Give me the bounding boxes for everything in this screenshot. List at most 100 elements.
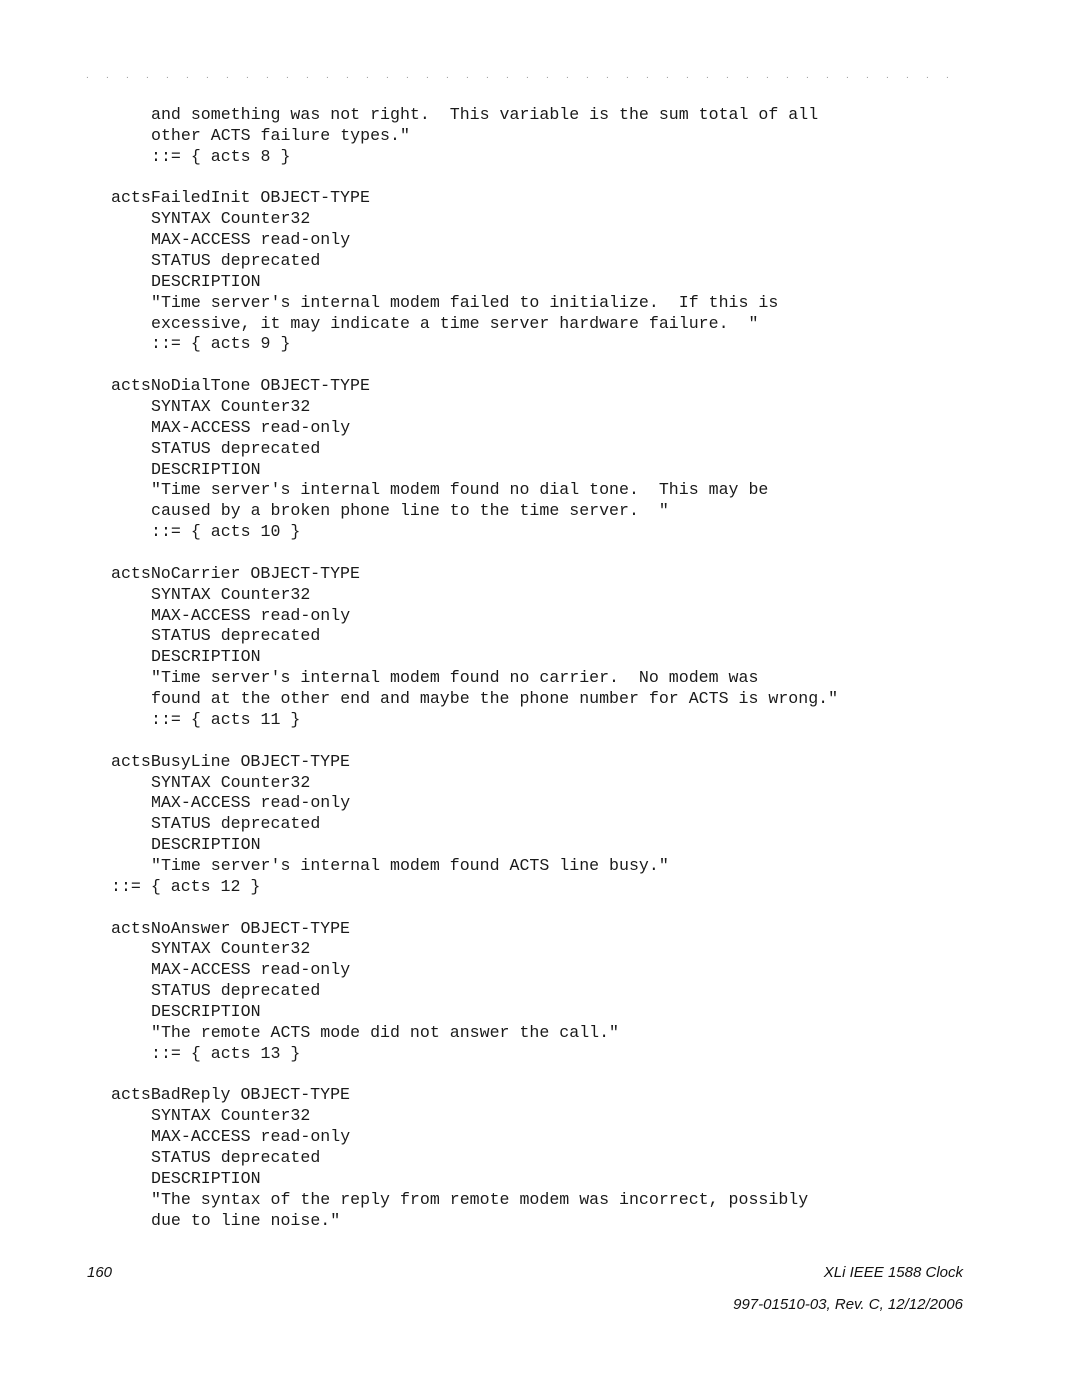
code-line: DESCRIPTION xyxy=(151,1168,261,1188)
code-line: SYNTAX Counter32 xyxy=(151,584,311,604)
code-line: MAX-ACCESS read-only xyxy=(151,793,351,813)
rule-dot: . xyxy=(526,70,529,81)
code-line: STATUS deprecated xyxy=(151,251,321,271)
rule-dot: . xyxy=(546,70,549,81)
rule-dot: . xyxy=(246,70,249,81)
code-line: ::= { acts 11 } xyxy=(151,709,301,729)
rule-dot: . xyxy=(366,70,369,81)
code-line: SYNTAX Counter32 xyxy=(151,209,311,229)
code-line: actsNoAnswer OBJECT-TYPE xyxy=(111,918,350,938)
rule-dot: . xyxy=(206,70,209,81)
code-line: other ACTS failure types." xyxy=(151,125,410,145)
rule-dot: . xyxy=(166,70,169,81)
rule-dot: . xyxy=(586,70,589,81)
rule-dot: . xyxy=(706,70,709,81)
code-line: "Time server's internal modem failed to … xyxy=(151,292,779,312)
code-line: ::= { acts 10 } xyxy=(151,522,301,542)
code-line: MAX-ACCESS read-only xyxy=(151,960,351,980)
document-title: XLi IEEE 1588 Clock xyxy=(823,1264,963,1281)
rule-dot: . xyxy=(746,70,749,81)
code-line: actsBusyLine OBJECT-TYPE xyxy=(111,751,350,771)
code-line: excessive, it may indicate a time server… xyxy=(151,313,759,333)
code-line: actsNoCarrier OBJECT-TYPE xyxy=(111,563,360,583)
rule-dot: . xyxy=(226,70,229,81)
rule-dot: . xyxy=(686,70,689,81)
code-line: ::= { acts 13 } xyxy=(151,1043,301,1063)
code-line: DESCRIPTION xyxy=(151,459,261,479)
code-line: ::= { acts 9 } xyxy=(151,334,291,354)
page-number: 160 xyxy=(87,1264,113,1281)
rule-dot: . xyxy=(826,70,829,81)
code-line: found at the other end and maybe the pho… xyxy=(151,689,839,709)
code-line: ::= { acts 8 } xyxy=(151,146,291,166)
rule-dot: . xyxy=(506,70,509,81)
code-line: actsNoDialTone OBJECT-TYPE xyxy=(111,376,370,396)
rule-dot: . xyxy=(626,70,629,81)
code-line: "The syntax of the reply from remote mod… xyxy=(151,1189,809,1209)
header-dotted-rule: ........................................… xyxy=(86,70,966,82)
code-line: "The remote ACTS mode did not answer the… xyxy=(151,1022,620,1042)
document-revision: 997-01510-03, Rev. C, 12/12/2006 xyxy=(733,1296,963,1313)
rule-dot: . xyxy=(886,70,889,81)
rule-dot: . xyxy=(346,70,349,81)
code-line: DESCRIPTION xyxy=(151,647,261,667)
rule-dot: . xyxy=(306,70,309,81)
code-line: "Time server's internal modem found no c… xyxy=(151,668,759,688)
code-line: SYNTAX Counter32 xyxy=(151,1106,311,1126)
rule-dot: . xyxy=(906,70,909,81)
rule-dot: . xyxy=(86,70,89,81)
rule-dot: . xyxy=(446,70,449,81)
code-line: MAX-ACCESS read-only xyxy=(151,1127,351,1147)
rule-dot: . xyxy=(786,70,789,81)
rule-dot: . xyxy=(126,70,129,81)
code-line: due to line noise." xyxy=(151,1210,341,1230)
rule-dot: . xyxy=(646,70,649,81)
rule-dot: . xyxy=(766,70,769,81)
rule-dot: . xyxy=(106,70,109,81)
code-line: STATUS deprecated xyxy=(151,626,321,646)
rule-dot: . xyxy=(426,70,429,81)
code-line: DESCRIPTION xyxy=(151,835,261,855)
code-line: STATUS deprecated xyxy=(151,981,321,1001)
code-line: DESCRIPTION xyxy=(151,271,261,291)
rule-dot: . xyxy=(726,70,729,81)
rule-dot: . xyxy=(386,70,389,81)
code-line: STATUS deprecated xyxy=(151,1147,321,1167)
code-line: ::= { acts 12 } xyxy=(111,876,261,896)
rule-dot: . xyxy=(946,70,949,81)
rule-dot: . xyxy=(406,70,409,81)
code-line: MAX-ACCESS read-only xyxy=(151,417,351,437)
rule-dot: . xyxy=(186,70,189,81)
rule-dot: . xyxy=(326,70,329,81)
code-line: STATUS deprecated xyxy=(151,438,321,458)
code-line: caused by a broken phone line to the tim… xyxy=(151,501,669,521)
rule-dot: . xyxy=(486,70,489,81)
code-line: SYNTAX Counter32 xyxy=(151,397,311,417)
code-line: MAX-ACCESS read-only xyxy=(151,605,351,625)
code-line: actsBadReply OBJECT-TYPE xyxy=(111,1085,350,1105)
rule-dot: . xyxy=(466,70,469,81)
code-line: "Time server's internal modem found no d… xyxy=(151,480,769,500)
code-line: actsFailedInit OBJECT-TYPE xyxy=(111,188,370,208)
code-line: SYNTAX Counter32 xyxy=(151,772,311,792)
rule-dot: . xyxy=(666,70,669,81)
code-line: and something was not right. This variab… xyxy=(151,105,819,124)
mib-code-listing: and something was not right. This variab… xyxy=(111,105,838,1231)
rule-dot: . xyxy=(926,70,929,81)
rule-dot: . xyxy=(806,70,809,81)
rule-dot: . xyxy=(846,70,849,81)
rule-dot: . xyxy=(566,70,569,81)
code-line: MAX-ACCESS read-only xyxy=(151,230,351,250)
rule-dot: . xyxy=(866,70,869,81)
rule-dot: . xyxy=(606,70,609,81)
code-line: "Time server's internal modem found ACTS… xyxy=(151,855,669,875)
rule-dot: . xyxy=(286,70,289,81)
code-line: SYNTAX Counter32 xyxy=(151,939,311,959)
rule-dot: . xyxy=(146,70,149,81)
